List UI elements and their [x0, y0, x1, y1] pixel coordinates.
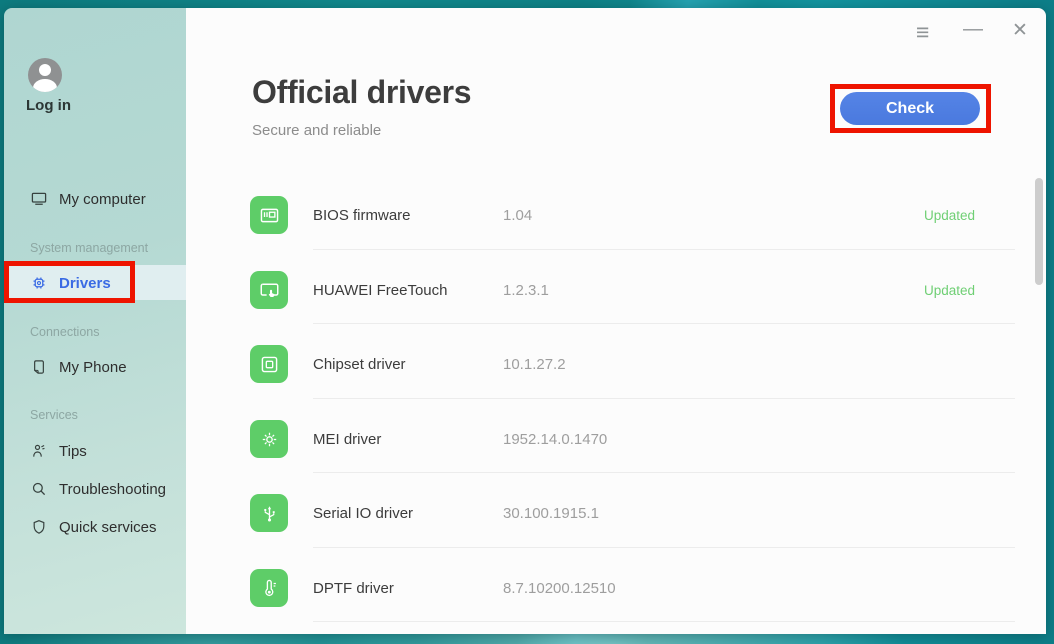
- sidebar-item-drivers[interactable]: Drivers: [30, 271, 111, 295]
- driver-status: Updated: [924, 283, 975, 298]
- row-divider: [313, 472, 1015, 473]
- sidebar: Log in My computer System management Dri…: [4, 8, 186, 634]
- computer-icon: [30, 190, 48, 208]
- page-title: Official drivers: [252, 74, 471, 111]
- motherboard-icon: [258, 204, 281, 227]
- main-content: ≡ — ✕ Official drivers Secure and reliab…: [186, 8, 1046, 634]
- driver-status: Updated: [924, 208, 975, 223]
- driver-version: 10.1.27.2: [503, 356, 566, 373]
- section-connections: Connections: [30, 325, 100, 339]
- row-divider: [313, 249, 1015, 250]
- section-services: Services: [30, 408, 78, 422]
- sidebar-item-tips[interactable]: Tips: [30, 439, 87, 463]
- chip-icon: [30, 274, 48, 292]
- driver-row-bios-firmware[interactable]: BIOS firmware 1.04 Updated: [250, 196, 975, 234]
- driver-row-dptf[interactable]: DPTF driver 8.7.10200.12510: [250, 569, 975, 607]
- row-divider: [313, 621, 1015, 622]
- sidebar-item-label: Tips: [59, 443, 87, 460]
- chipset-icon: [258, 353, 281, 376]
- driver-version: 1952.14.0.1470: [503, 431, 607, 448]
- driver-version: 1.2.3.1: [503, 282, 549, 299]
- driver-row-huawei-freetouch[interactable]: HUAWEI FreeTouch 1.2.3.1 Updated: [250, 271, 975, 309]
- tips-icon: [30, 442, 48, 460]
- driver-name: HUAWEI FreeTouch: [313, 282, 463, 299]
- sidebar-item-my-computer[interactable]: My computer: [30, 187, 146, 211]
- shield-icon: [30, 518, 48, 536]
- driver-version: 1.04: [503, 207, 532, 224]
- sidebar-item-label: My computer: [59, 191, 146, 208]
- usb-icon: [258, 502, 281, 525]
- sidebar-item-label: Drivers: [59, 275, 111, 292]
- row-divider: [313, 398, 1015, 399]
- row-divider: [313, 547, 1015, 548]
- user-avatar[interactable]: [28, 58, 62, 92]
- mei-chip-icon: [258, 428, 281, 451]
- driver-row-chipset[interactable]: Chipset driver 10.1.27.2: [250, 345, 975, 383]
- close-icon[interactable]: ✕: [1012, 21, 1028, 40]
- driver-version: 8.7.10200.12510: [503, 580, 616, 597]
- row-divider: [313, 323, 1015, 324]
- avatar-person-icon: [39, 64, 51, 76]
- driver-name: DPTF driver: [313, 580, 463, 597]
- phone-icon: [30, 358, 48, 376]
- login-label[interactable]: Log in: [26, 97, 71, 114]
- check-button[interactable]: Check: [840, 92, 980, 125]
- minimize-icon[interactable]: —: [963, 19, 983, 39]
- thermometer-icon: [258, 577, 281, 600]
- section-system-management: System management: [30, 241, 148, 255]
- pc-manager-window: Log in My computer System management Dri…: [4, 8, 1046, 634]
- driver-row-serial-io[interactable]: Serial IO driver 30.100.1915.1: [250, 494, 975, 532]
- driver-row-mei[interactable]: MEI driver 1952.14.0.1470: [250, 420, 975, 458]
- menu-icon[interactable]: ≡: [916, 21, 929, 44]
- magnifier-icon: [30, 480, 48, 498]
- sidebar-item-label: Quick services: [59, 519, 157, 536]
- touchpad-icon: [258, 279, 281, 302]
- sidebar-item-label: My Phone: [59, 359, 127, 376]
- sidebar-item-label: Troubleshooting: [59, 481, 166, 498]
- driver-name: Serial IO driver: [313, 505, 463, 522]
- sidebar-item-troubleshooting[interactable]: Troubleshooting: [30, 477, 166, 501]
- driver-name: Chipset driver: [313, 356, 463, 373]
- driver-version: 30.100.1915.1: [503, 505, 599, 522]
- sidebar-item-my-phone[interactable]: My Phone: [30, 355, 127, 379]
- driver-name: BIOS firmware: [313, 207, 463, 224]
- scrollbar-thumb[interactable]: [1035, 178, 1043, 285]
- desktop-background: Log in My computer System management Dri…: [0, 0, 1054, 644]
- page-subtitle: Secure and reliable: [252, 122, 381, 139]
- driver-name: MEI driver: [313, 431, 463, 448]
- sidebar-item-quick-services[interactable]: Quick services: [30, 515, 157, 539]
